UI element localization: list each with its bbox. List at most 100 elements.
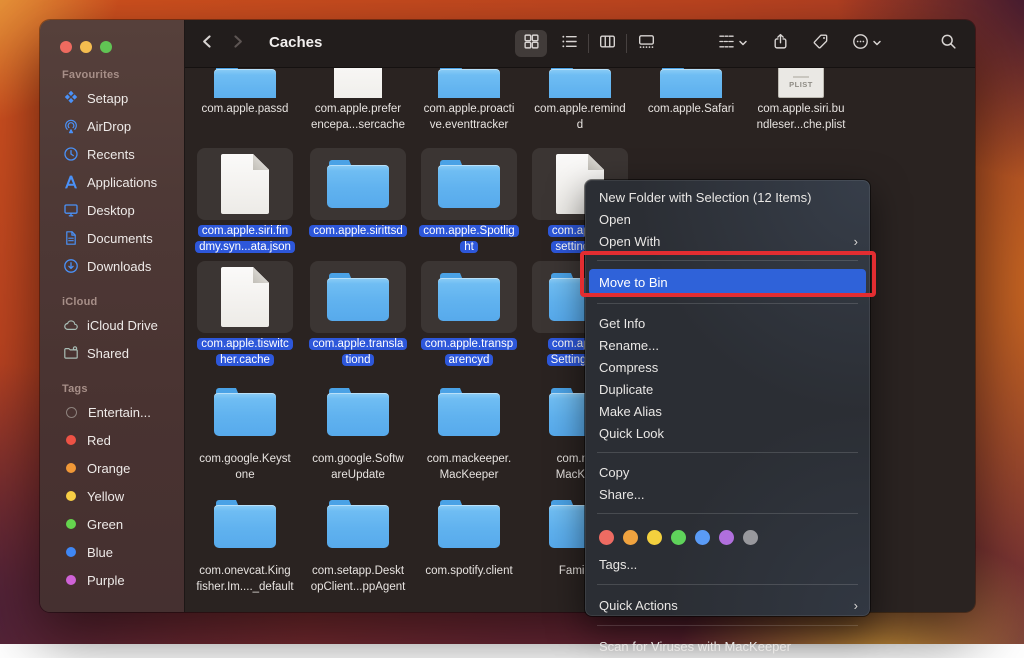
group-by-button[interactable] — [711, 30, 755, 57]
item-name-label: com.mackeeper. MacKeeper — [423, 453, 515, 481]
grid-view-button[interactable] — [515, 30, 547, 57]
menu-item-make-alias[interactable]: Make Alias — [585, 400, 870, 422]
menu-item-compress[interactable]: Compress — [585, 356, 870, 378]
folder-icon — [660, 68, 722, 98]
share-button[interactable] — [765, 30, 795, 57]
sidebar-item-purple[interactable]: Purple — [40, 566, 184, 594]
item-icon-area — [421, 68, 517, 98]
tag-color-dot[interactable] — [623, 530, 638, 545]
file-item[interactable]: com.apple.prefer encepa...sercache — [304, 68, 412, 133]
sidebar-item-documents[interactable]: Documents — [40, 224, 184, 252]
sidebar-item-label: Applications — [87, 175, 157, 190]
folder-item[interactable]: com.spotify.client — [415, 488, 523, 580]
menu-item-quick-actions[interactable]: Quick Actions› — [585, 593, 870, 617]
chevron-left-icon — [199, 33, 216, 55]
columns-view-button[interactable] — [591, 30, 623, 57]
file-item[interactable]: com.apple.tiswitc her.cache — [191, 261, 299, 368]
folder-item[interactable]: com.onevcat.King fisher.Im...._default — [191, 488, 299, 595]
menu-item-open-with[interactable]: Open With› — [585, 230, 870, 252]
menu-item-tags[interactable]: Tags... — [585, 552, 870, 576]
minimize-window-button[interactable] — [80, 41, 92, 53]
folder-item[interactable]: com.mackeeper. MacKeeper — [415, 376, 523, 483]
tag-button[interactable] — [805, 30, 835, 57]
sidebar-item-downloads[interactable]: Downloads — [40, 252, 184, 280]
sidebar-item-icloud-drive[interactable]: iCloud Drive — [40, 311, 184, 339]
sidebar-item-entertain[interactable]: Entertain... — [40, 398, 184, 426]
file-item[interactable]: PLISTcom.apple.siri.bu ndleser...che.pli… — [747, 68, 855, 133]
forward-button[interactable] — [223, 30, 251, 57]
back-button[interactable] — [193, 30, 221, 57]
sidebar-item-applications[interactable]: Applications — [40, 168, 184, 196]
item-name-label: com.setapp.Deskt opClient...ppAgent — [307, 565, 410, 593]
tag-color-dot[interactable] — [647, 530, 662, 545]
item-name-label: com.apple.Spotlig ht — [419, 225, 518, 253]
tag-color-dot[interactable] — [695, 530, 710, 545]
sidebar-item-label: Purple — [87, 573, 125, 588]
tag-color-dot[interactable] — [599, 530, 614, 545]
menu-item-quick-look[interactable]: Quick Look — [585, 422, 870, 444]
folder-icon — [327, 500, 389, 548]
menu-item-label: New Folder with Selection (12 Items) — [599, 190, 811, 205]
menu-item-open[interactable]: Open — [585, 208, 870, 230]
list-view-button[interactable] — [553, 30, 585, 57]
menu-item-scan-for-viruses-with-mackeeper[interactable]: Scan for Viruses with MacKeeper — [585, 634, 870, 658]
sidebar-item-label: Orange — [87, 461, 130, 476]
folder-icon — [438, 160, 500, 208]
close-window-button[interactable] — [60, 41, 72, 53]
tag-color-dot[interactable] — [671, 530, 686, 545]
folder-item[interactable]: com.google.Softw areUpdate — [304, 376, 412, 483]
folder-item[interactable]: com.apple.transp arencyd — [415, 261, 523, 368]
menu-item-get-info[interactable]: Get Info — [585, 312, 870, 334]
menu-tag-colors — [585, 522, 870, 552]
sidebar-item-green[interactable]: Green — [40, 510, 184, 538]
sidebar-item-blue[interactable]: Blue — [40, 538, 184, 566]
zoom-window-button[interactable] — [100, 41, 112, 53]
file-item[interactable]: com.apple.siri.fin dmy.syn...ata.json — [191, 148, 299, 255]
folder-icon — [214, 388, 276, 436]
sidebar-item-orange[interactable]: Orange — [40, 454, 184, 482]
sidebar-item-label: Desktop — [87, 203, 135, 218]
tag-color-dot[interactable] — [719, 530, 734, 545]
folder-item[interactable]: com.apple.passd — [191, 68, 299, 118]
search-button[interactable] — [933, 30, 963, 57]
menu-item-move-to-bin[interactable]: Move to Bin — [589, 269, 866, 295]
desktop-icon — [63, 202, 79, 218]
sidebar-item-airdrop[interactable]: AirDrop — [40, 112, 184, 140]
sidebar-item-red[interactable]: Red — [40, 426, 184, 454]
sidebar-item-recents[interactable]: Recents — [40, 140, 184, 168]
folder-item[interactable]: com.apple.transla tiond — [304, 261, 412, 368]
menu-item-copy[interactable]: Copy — [585, 461, 870, 483]
folder-item[interactable]: com.apple.Safari — [637, 68, 745, 118]
chevron-down-icon — [872, 35, 882, 53]
sidebar-item-yellow[interactable]: Yellow — [40, 482, 184, 510]
menu-item-rename[interactable]: Rename... — [585, 334, 870, 356]
sidebar-item-shared[interactable]: Shared — [40, 339, 184, 367]
gallery-view-button[interactable] — [629, 30, 663, 57]
menu-item-share[interactable]: Share... — [585, 483, 870, 505]
tag-dot-icon — [66, 491, 76, 501]
menu-separator — [585, 256, 870, 265]
sidebar-item-setapp[interactable]: Setapp — [40, 84, 184, 112]
menu-item-duplicate[interactable]: Duplicate — [585, 378, 870, 400]
menu-item-label: Quick Actions — [599, 598, 678, 613]
more-actions-button[interactable] — [845, 30, 889, 57]
folder-item[interactable]: com.apple.remind d — [526, 68, 634, 133]
grid-view-icon — [523, 33, 540, 55]
menu-item-label: Get Info — [599, 316, 645, 331]
folder-item[interactable]: com.setapp.Deskt opClient...ppAgent — [304, 488, 412, 595]
sidebar-item-label: Entertain... — [88, 405, 151, 420]
toolbar: Caches — [185, 20, 975, 68]
folder-item[interactable]: com.apple.Spotlig ht — [415, 148, 523, 255]
sidebar-section-header: iCloud — [62, 296, 184, 308]
folder-icon — [438, 388, 500, 436]
folder-item[interactable]: com.apple.sirittsd — [304, 148, 412, 240]
folder-item[interactable]: com.apple.proacti ve.eventtracker — [415, 68, 523, 133]
chevron-right-icon — [229, 33, 246, 55]
menu-item-new-folder-with-selection-12-items[interactable]: New Folder with Selection (12 Items) — [585, 186, 870, 208]
folder-icon — [214, 68, 276, 98]
folder-item[interactable]: com.google.Keyst one — [191, 376, 299, 483]
menu-separator — [585, 621, 870, 630]
tag-color-dot[interactable] — [743, 530, 758, 545]
sidebar-item-desktop[interactable]: Desktop — [40, 196, 184, 224]
item-icon-area — [197, 488, 293, 560]
